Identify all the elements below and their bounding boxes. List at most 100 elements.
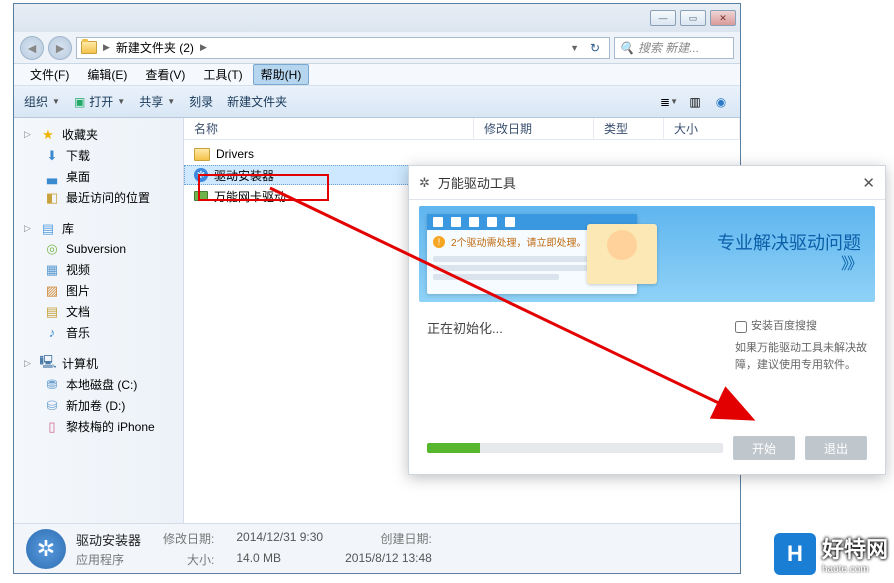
download-icon: ⬇ xyxy=(44,148,60,164)
column-headers: 名称 修改日期 类型 大小 xyxy=(184,118,740,140)
sidebar-item-pictures[interactable]: ▨图片 xyxy=(14,280,183,301)
sidebar-item-documents[interactable]: ▤文档 xyxy=(14,301,183,322)
col-name[interactable]: 名称 xyxy=(184,118,474,139)
gear-icon: ✲ xyxy=(194,168,208,182)
desktop-icon: ▃ xyxy=(44,169,60,185)
svn-icon: ◎ xyxy=(44,241,60,257)
logo-icon: H xyxy=(774,533,816,575)
forward-button[interactable]: ► xyxy=(48,36,72,60)
details-pane: ✲ 驱动安装器 修改日期: 2014/12/31 9:30 创建日期: 应用程序… xyxy=(14,523,740,573)
address-bar[interactable]: ▶ 新建文件夹 (2) ▶ ▼ ↻ xyxy=(76,37,610,59)
search-input[interactable]: 🔍 搜索 新建... xyxy=(614,37,734,59)
details-create-label: 创建日期: xyxy=(345,530,432,549)
sidebar-favorites[interactable]: ▷★收藏夹 xyxy=(14,124,183,145)
minimize-button[interactable]: — xyxy=(650,10,676,26)
banner-arrows: 》》 xyxy=(717,255,861,276)
card-icon xyxy=(194,191,208,201)
details-title: 驱动安装器 xyxy=(76,530,141,549)
dialog-titlebar: ✲ 万能驱动工具 ✕ xyxy=(409,166,885,200)
sidebar-item-iphone[interactable]: ▯黎枝梅的 iPhone xyxy=(14,416,183,437)
menu-view[interactable]: 查看(V) xyxy=(137,64,193,85)
music-icon: ♪ xyxy=(44,325,60,341)
sidebar-computer[interactable]: ▷🖳计算机 xyxy=(14,353,183,374)
dialog-banner: !2个驱动需处理，请立即处理。 专业解决驱动问题 》》 xyxy=(419,206,875,302)
sidebar-item-music[interactable]: ♪音乐 xyxy=(14,322,183,343)
progress-fill xyxy=(427,443,480,453)
dialog-footer: 开始 退出 xyxy=(409,436,885,460)
menubar: 文件(F) 编辑(E) 查看(V) 工具(T) 帮助(H) xyxy=(14,64,740,86)
sidebar-item-subversion[interactable]: ◎Subversion xyxy=(14,239,183,259)
folder-icon xyxy=(194,148,210,161)
menu-tools[interactable]: 工具(T) xyxy=(195,64,250,85)
list-item[interactable]: Drivers xyxy=(184,144,474,164)
menu-help[interactable]: 帮助(H) xyxy=(253,64,310,85)
close-button[interactable]: ✕ xyxy=(710,10,736,26)
col-type[interactable]: 类型 xyxy=(594,118,664,139)
sidebar-item-videos[interactable]: ▦视频 xyxy=(14,259,183,280)
computer-icon: 🖳 xyxy=(40,356,56,372)
install-baidu-checkbox[interactable]: 安装百度搜搜 xyxy=(735,318,867,336)
details-size-label: 大小: xyxy=(163,551,214,568)
menu-edit[interactable]: 编辑(E) xyxy=(79,64,135,85)
breadcrumb-sep: ▶ xyxy=(103,42,110,53)
toolbar: 组织 ▼ ▣打开 ▼ 共享 ▼ 刻录 新建文件夹 ≣ ▼ ▥ ◉ xyxy=(14,86,740,118)
recent-icon: ◧ xyxy=(44,190,60,206)
newfolder-button[interactable]: 新建文件夹 xyxy=(227,93,287,110)
refresh-button[interactable]: ↻ xyxy=(585,41,605,55)
sidebar-item-downloads[interactable]: ⬇下载 xyxy=(14,145,183,166)
maximize-button[interactable]: ▭ xyxy=(680,10,706,26)
picture-icon: ▨ xyxy=(44,283,60,299)
dialog-close-button[interactable]: ✕ xyxy=(862,174,875,192)
back-button[interactable]: ◄ xyxy=(20,36,44,60)
drive-icon: ⛃ xyxy=(44,377,60,393)
addr-dropdown-icon[interactable]: ▼ xyxy=(570,43,579,53)
organize-button[interactable]: 组织 ▼ xyxy=(24,93,60,110)
search-icon: 🔍 xyxy=(619,41,634,55)
col-size[interactable]: 大小 xyxy=(664,118,740,139)
breadcrumb[interactable]: 新建文件夹 (2) xyxy=(116,39,194,56)
details-mod-value: 2014/12/31 9:30 xyxy=(236,530,323,549)
col-date[interactable]: 修改日期 xyxy=(474,118,594,139)
library-icon: ▤ xyxy=(40,221,56,237)
banner-slogan: 专业解决驱动问题 xyxy=(717,232,861,255)
burn-button[interactable]: 刻录 xyxy=(189,93,213,110)
watermark-logo: H 好特网 haote.com xyxy=(774,532,888,575)
preview-pane-button[interactable]: ▥ xyxy=(686,94,704,110)
folder-icon xyxy=(81,41,97,54)
address-row: ◄ ► ▶ 新建文件夹 (2) ▶ ▼ ↻ 🔍 搜索 新建... xyxy=(14,32,740,64)
gear-icon: ✲ xyxy=(419,175,430,191)
titlebar: — ▭ ✕ xyxy=(14,4,740,32)
dialog-title: 万能驱动工具 xyxy=(438,173,516,192)
help-icon[interactable]: ◉ xyxy=(712,94,730,110)
iphone-icon: ▯ xyxy=(44,419,60,435)
details-create-value: 2015/8/12 13:48 xyxy=(345,551,432,568)
details-mod-label: 修改日期: xyxy=(163,530,214,549)
exit-button[interactable]: 退出 xyxy=(805,436,867,460)
logo-subtext: haote.com xyxy=(822,564,888,575)
driver-tool-dialog: ✲ 万能驱动工具 ✕ !2个驱动需处理，请立即处理。 专业解决驱动问题 》》 正… xyxy=(408,165,886,475)
search-placeholder: 搜索 新建... xyxy=(638,39,699,56)
checkbox-input[interactable] xyxy=(735,321,747,333)
app-gear-icon: ✲ xyxy=(26,529,66,569)
start-button[interactable]: 开始 xyxy=(733,436,795,460)
sidebar-item-drive-c[interactable]: ⛃本地磁盘 (C:) xyxy=(14,374,183,395)
logo-text: 好特网 xyxy=(822,537,888,562)
breadcrumb-sep2: ▶ xyxy=(200,42,207,53)
drive-icon: ⛁ xyxy=(44,398,60,414)
dialog-status: 正在初始化... xyxy=(427,318,717,337)
star-icon: ★ xyxy=(40,127,56,143)
open-button[interactable]: ▣打开 ▼ xyxy=(74,93,125,110)
sidebar: ▷★收藏夹 ⬇下载 ▃桌面 ◧最近访问的位置 ▷▤库 ◎Subversion ▦… xyxy=(14,118,184,523)
sidebar-libraries[interactable]: ▷▤库 xyxy=(14,218,183,239)
video-icon: ▦ xyxy=(44,262,60,278)
menu-file[interactable]: 文件(F) xyxy=(22,64,77,85)
sidebar-item-desktop[interactable]: ▃桌面 xyxy=(14,166,183,187)
share-button[interactable]: 共享 ▼ xyxy=(139,93,175,110)
view-mode-button[interactable]: ≣ ▼ xyxy=(660,94,678,110)
banner-cartoon xyxy=(587,224,657,284)
sidebar-item-recent[interactable]: ◧最近访问的位置 xyxy=(14,187,183,208)
dialog-body: 正在初始化... 安装百度搜搜 如果万能驱动工具未解决故障，建议使用专用软件。 xyxy=(409,302,885,405)
dialog-hint: 如果万能驱动工具未解决故障，建议使用专用软件。 xyxy=(735,340,867,375)
progress-bar xyxy=(427,443,723,453)
sidebar-item-drive-d[interactable]: ⛁新加卷 (D:) xyxy=(14,395,183,416)
